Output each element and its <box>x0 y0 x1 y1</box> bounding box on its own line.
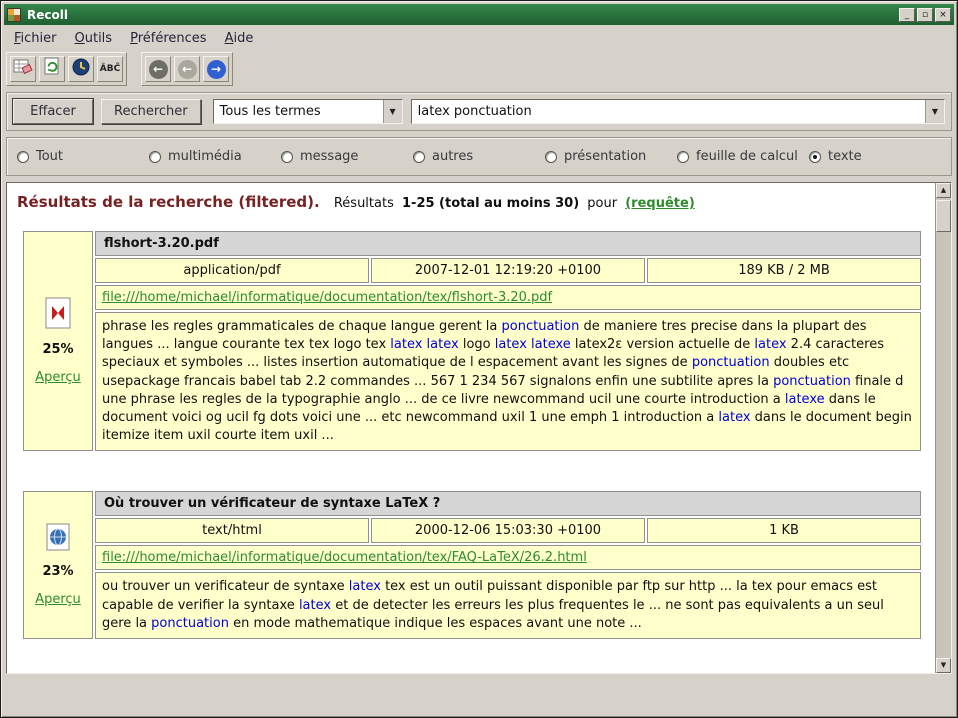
relevance-percent: 23% <box>42 564 73 579</box>
result-meta-row: application/pdf 2007-12-01 12:19:20 +010… <box>95 258 921 283</box>
result-url-row: file:///home/michael/informatique/docume… <box>95 285 921 310</box>
radio-icon[interactable] <box>677 151 689 163</box>
results-scrollbar[interactable]: ▲ ▼ <box>935 183 951 673</box>
result-url-link[interactable]: file:///home/michael/informatique/docume… <box>102 290 552 305</box>
clear-button[interactable]: Effacer <box>13 99 93 124</box>
close-button[interactable]: × <box>935 8 951 22</box>
term-explorer-icon: ÂBĈ <box>100 64 120 74</box>
scroll-up-icon[interactable]: ▲ <box>936 183 951 198</box>
minimize-button[interactable]: _ <box>899 8 915 22</box>
filter-autres[interactable]: autres <box>413 149 545 164</box>
next-page-button[interactable]: → <box>203 56 229 82</box>
result-size: 1 KB <box>647 518 921 543</box>
sort-by-date-icon <box>71 57 91 81</box>
result-date: 2007-12-01 12:19:20 +0100 <box>371 258 645 283</box>
query-details-link[interactable]: (requête) <box>625 196 695 211</box>
search-button[interactable]: Rechercher <box>101 99 201 124</box>
clear-search-button[interactable] <box>10 56 36 82</box>
status-bar <box>4 676 954 714</box>
prev-page-button[interactable]: ← <box>174 56 200 82</box>
results-list: Résultats de la recherche (filtered). Ré… <box>7 183 934 673</box>
search-mode-value: Tous les termes <box>214 104 383 119</box>
preview-link[interactable]: Aperçu <box>35 592 81 607</box>
sort-by-date-button[interactable] <box>68 56 94 82</box>
window-title: Recoll <box>27 8 893 22</box>
first-page-button[interactable]: ← <box>145 56 171 82</box>
filter-message[interactable]: message <box>281 149 413 164</box>
radio-icon[interactable] <box>809 151 821 163</box>
filter-tout[interactable]: Tout <box>17 149 149 164</box>
filter-feuille-de-calcul[interactable]: feuille de calcul <box>677 149 809 164</box>
radio-icon[interactable] <box>281 151 293 163</box>
result-url-link[interactable]: file:///home/michael/informatique/docume… <box>102 550 587 565</box>
update-index-icon <box>42 57 62 81</box>
menu-outils[interactable]: Outils <box>67 29 121 48</box>
recoll-app-icon <box>7 8 21 22</box>
results-area: Résultats de la recherche (filtered). Ré… <box>6 182 952 674</box>
result-side-panel: 25% Aperçu <box>23 231 93 451</box>
result-mimetype: text/html <box>95 518 369 543</box>
result-date: 2000-12-06 15:03:30 +0100 <box>371 518 645 543</box>
toolbar-group-navigation: ← ← → <box>141 52 233 86</box>
radio-icon[interactable] <box>17 151 29 163</box>
filter-presentation[interactable]: présentation <box>545 149 677 164</box>
search-input[interactable] <box>412 104 925 119</box>
html-icon <box>45 523 71 551</box>
result-meta-row: text/html 2000-12-06 15:03:30 +0100 1 KB <box>95 518 921 543</box>
result-size: 189 KB / 2 MB <box>647 258 921 283</box>
prev-page-icon: ← <box>178 60 197 79</box>
menu-fichier[interactable]: Fichier <box>6 29 65 48</box>
query-combo: ▼ <box>411 99 945 124</box>
result-abstract: phrase les regles grammaticales de chaqu… <box>95 312 921 451</box>
result-mimetype: application/pdf <box>95 258 369 283</box>
window-controls: _ ▫ × <box>899 8 951 22</box>
scrollbar-thumb[interactable] <box>936 200 951 232</box>
result-abstract: ou trouver un verificateur de syntaxe la… <box>95 572 921 639</box>
scrollbar-trough[interactable] <box>936 232 951 658</box>
update-index-button[interactable] <box>39 56 65 82</box>
search-mode-select[interactable]: Tous les termes ▼ <box>213 99 403 124</box>
next-page-icon: → <box>207 60 226 79</box>
search-panel: Effacer Rechercher Tous les termes ▼ ▼ <box>6 92 952 131</box>
preview-link[interactable]: Aperçu <box>35 370 81 385</box>
chevron-down-icon[interactable]: ▼ <box>925 100 944 123</box>
result-row: 23% Aperçu Où trouver un vérificateur de… <box>23 491 921 639</box>
result-title: flshort-3.20.pdf <box>95 231 921 256</box>
toolbar: ÂBĈ ← ← → <box>4 51 954 90</box>
result-row: 25% Aperçu flshort-3.20.pdf application/… <box>23 231 921 451</box>
recoll-window: Recoll _ ▫ × Fichier Outils Préférences … <box>0 0 958 718</box>
menubar: Fichier Outils Préférences Aide <box>4 25 954 51</box>
scroll-down-icon[interactable]: ▼ <box>936 658 951 673</box>
filter-multimedia[interactable]: multimédia <box>149 149 281 164</box>
pdf-icon <box>44 297 72 329</box>
category-filter-bar: Tout multimédia message autres présentat… <box>6 137 952 176</box>
filter-texte[interactable]: texte <box>809 149 862 164</box>
results-header-title: Résultats de la recherche (filtered). <box>17 193 320 211</box>
results-header: Résultats de la recherche (filtered). Ré… <box>17 193 930 211</box>
result-title: Où trouver un vérificateur de syntaxe La… <box>95 491 921 516</box>
radio-icon[interactable] <box>545 151 557 163</box>
titlebar: Recoll _ ▫ × <box>4 4 954 25</box>
radio-icon[interactable] <box>413 151 425 163</box>
result-details: Où trouver un vérificateur de syntaxe La… <box>95 491 921 639</box>
menu-aide[interactable]: Aide <box>217 29 262 48</box>
results-range: 1-25 (total au moins 30) <box>402 196 579 211</box>
relevance-percent: 25% <box>42 342 73 357</box>
result-url-row: file:///home/michael/informatique/docume… <box>95 545 921 570</box>
first-page-icon: ← <box>149 60 168 79</box>
result-side-panel: 23% Aperçu <box>23 491 93 639</box>
radio-icon[interactable] <box>149 151 161 163</box>
clear-search-icon <box>13 57 33 81</box>
results-summary: Résultats 1-25 (total au moins 30) pour … <box>334 196 699 211</box>
chevron-down-icon[interactable]: ▼ <box>383 100 402 123</box>
maximize-button[interactable]: ▫ <box>917 8 933 22</box>
term-explorer-button[interactable]: ÂBĈ <box>97 56 123 82</box>
menu-preferences[interactable]: Préférences <box>122 29 214 48</box>
result-details: flshort-3.20.pdf application/pdf 2007-12… <box>95 231 921 451</box>
toolbar-group-main: ÂBĈ <box>6 52 127 86</box>
